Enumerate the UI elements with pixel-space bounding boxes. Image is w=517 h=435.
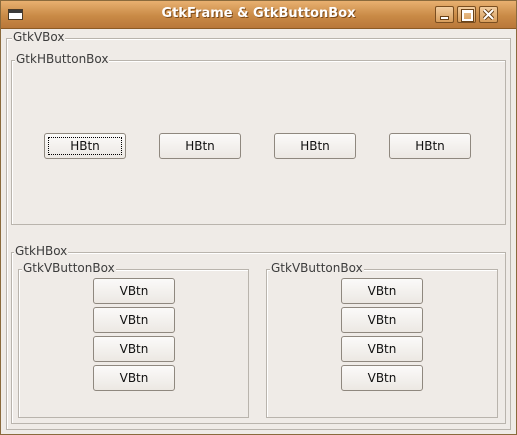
close-icon (483, 9, 494, 20)
hbox-frame-label: GtkHBox (14, 244, 69, 258)
hbtn-button-3[interactable]: HBtn (274, 133, 356, 159)
vbtn-right-2[interactable]: VBtn (341, 307, 423, 333)
hbuttonbox-frame-label: GtkHButtonBox (15, 52, 110, 66)
vbtn-left-1[interactable]: VBtn (93, 278, 175, 304)
hbtn-button-2[interactable]: HBtn (159, 133, 241, 159)
close-button[interactable] (479, 6, 498, 23)
maximize-button[interactable] (457, 6, 476, 23)
app-window: GtkFrame & GtkButtonBox GtkVBox GtkHButt… (0, 0, 517, 435)
vbuttonbox-left-label: GtkVButtonBox (22, 261, 116, 275)
vbtn-right-4[interactable]: VBtn (341, 365, 423, 391)
vbtn-left-3[interactable]: VBtn (93, 336, 175, 362)
vbox-frame-label: GtkVBox (12, 30, 66, 44)
hbtn-button-4[interactable]: HBtn (389, 133, 471, 159)
hbtn-button-1[interactable]: HBtn (44, 133, 126, 159)
vbtn-right-3[interactable]: VBtn (341, 336, 423, 362)
minimize-button[interactable] (435, 6, 454, 23)
vbtn-left-2[interactable]: VBtn (93, 307, 175, 333)
vbuttonbox-right-label: GtkVButtonBox (270, 261, 364, 275)
title-bar[interactable]: GtkFrame & GtkButtonBox (1, 1, 516, 29)
vbtn-left-4[interactable]: VBtn (93, 365, 175, 391)
vbtn-right-1[interactable]: VBtn (341, 278, 423, 304)
